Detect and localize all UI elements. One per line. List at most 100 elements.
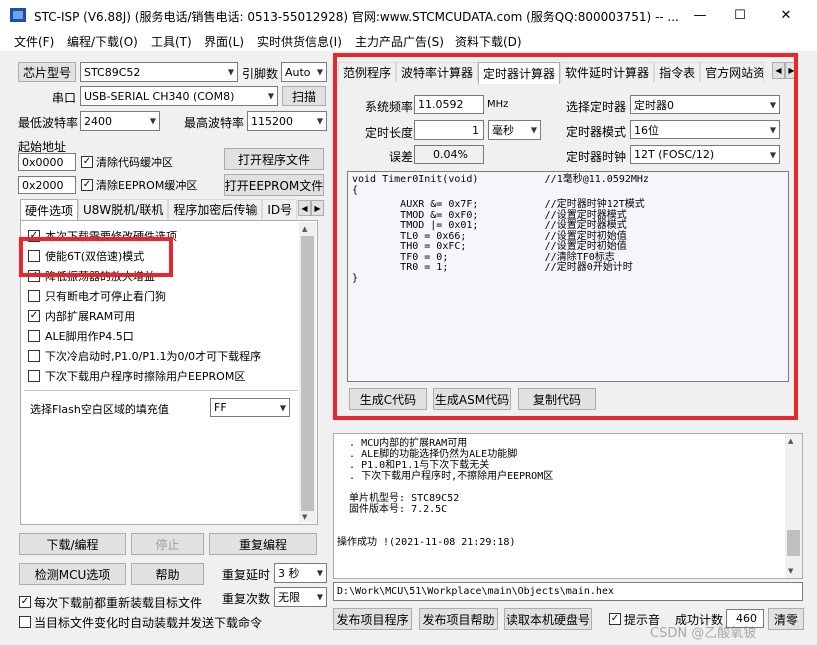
log-line: . MCU内部的扩展RAM可用 [337, 438, 468, 449]
repeat-delay-label: 重复延时 [222, 568, 271, 582]
scan-button[interactable]: 扫描 [282, 86, 326, 106]
option-checkbox[interactable] [28, 330, 40, 342]
repeat-delay-select[interactable]: 3 秒 ▼ [274, 563, 327, 583]
option-checkbox[interactable]: ✓ [28, 310, 40, 322]
highlight-6t-box [19, 237, 173, 277]
option-row[interactable]: 下次下载用户程序时擦除用户EEPROM区 [28, 366, 298, 386]
option-row[interactable]: ✓ 内部扩展RAM可用 [28, 306, 298, 326]
clear-code-checkbox[interactable]: ✓ [81, 156, 93, 168]
open-program-button[interactable]: 打开程序文件 [224, 148, 324, 170]
min-baud-select[interactable]: 2400 ▼ [80, 111, 160, 131]
flash-fill-value: FF [214, 401, 227, 414]
repeat-count-label: 重复次数 [222, 592, 271, 606]
port-select[interactable]: USB-SERIAL CH340 (COM8) ▼ [80, 86, 278, 106]
log-line: 单片机型号: STC89C52 [337, 493, 460, 504]
clear-count-button[interactable]: 清零 [768, 608, 804, 630]
option-checkbox[interactable] [28, 290, 40, 302]
max-baud-select[interactable]: 115200 ▼ [247, 111, 327, 131]
clear-eeprom-label: 清除EEPROM缓冲区 [96, 179, 198, 192]
tab-u8w[interactable]: U8W脱机/联机 [78, 199, 169, 219]
code-address-input[interactable]: 0x0000 [18, 153, 76, 171]
log-line: 固件版本号: 7.2.5C [337, 504, 448, 515]
read-disk-button[interactable]: 读取本机硬盘号 [504, 608, 592, 630]
scroll-up-icon[interactable]: ▲ [302, 225, 307, 233]
log-line: . 下次下载用户程序时,不擦除用户EEPROM区 [337, 471, 554, 482]
option-label: 下次冷启动时,P1.0/P1.1为0/0才可下载程序 [45, 350, 262, 363]
log-line: . P1.0和P1.1与下次下载无关 [337, 460, 490, 471]
min-baud-value: 2400 [84, 114, 112, 128]
option-checkbox[interactable] [28, 370, 40, 382]
scroll-up-icon[interactable]: ▲ [788, 437, 793, 445]
chevron-down-icon: ▼ [316, 116, 323, 126]
chip-model-select[interactable]: STC89C52 ▼ [80, 62, 238, 82]
check-mcu-button[interactable]: 检测MCU选项 [19, 563, 126, 585]
auto-send-label: 当目标文件变化时自动装载并发送下载命令 [34, 616, 263, 630]
maximize-icon[interactable]: ☐ [717, 0, 763, 30]
reprogram-button[interactable]: 重复编程 [209, 533, 317, 555]
chevron-down-icon: ▼ [149, 116, 156, 126]
open-eeprom-button[interactable]: 打开EEPROM文件 [224, 174, 324, 196]
option-checkbox[interactable] [28, 350, 40, 362]
chevron-down-icon: ▼ [316, 67, 323, 77]
stop-button[interactable]: 停止 [131, 533, 204, 555]
menu-file[interactable]: 文件(F) [14, 33, 54, 50]
close-icon[interactable]: ✕ [763, 0, 809, 30]
tab-id[interactable]: ID号 [262, 199, 298, 219]
divider [24, 390, 298, 391]
reload-label: 每次下载前都重新装载目标文件 [34, 596, 203, 610]
menu-tools[interactable]: 工具(T) [151, 33, 192, 50]
port-value: USB-SERIAL CH340 (COM8) [84, 89, 235, 103]
option-row[interactable]: ALE脚用作P4.5口 [28, 326, 298, 346]
tab-encrypt[interactable]: 程序加密后传输 [168, 199, 263, 219]
option-row[interactable]: 下次冷启动时,P1.0/P1.1为0/0才可下载程序 [28, 346, 298, 366]
log-scrollbar[interactable] [785, 434, 802, 578]
min-baud-label: 最低波特率 [18, 116, 79, 130]
scroll-down-icon[interactable]: ▼ [788, 567, 793, 575]
publish-program-button[interactable]: 发布项目程序 [333, 608, 412, 630]
menu-downloads[interactable]: 资料下载(D) [455, 33, 522, 50]
log-scrollbar-thumb[interactable] [787, 530, 800, 556]
chevron-down-icon: ▼ [227, 67, 234, 77]
option-label: 只有断电才可停止看门狗 [45, 290, 166, 303]
chevron-down-icon: ▼ [279, 403, 286, 412]
repeat-count-select[interactable]: 无限 ▼ [274, 587, 327, 607]
max-baud-value: 115200 [251, 114, 293, 128]
tab-scroll-left-icon[interactable]: ◀ [298, 200, 311, 216]
menu-program[interactable]: 编程/下载(O) [67, 33, 138, 50]
tab-hardware-options[interactable]: 硬件选项 [20, 199, 79, 221]
option-label: 内部扩展RAM可用 [45, 310, 136, 323]
log-output[interactable]: . MCU内部的扩展RAM可用 . ALE脚的功能选择仍然为ALE功能脚 . P… [333, 433, 803, 579]
flash-fill-select[interactable]: FF ▼ [210, 398, 290, 417]
window-title: STC-ISP (V6.88J) (服务电话/销售电话: 0513-550129… [34, 10, 679, 24]
pin-count-value: Auto [285, 65, 311, 79]
clear-eeprom-checkbox[interactable]: ✓ [81, 179, 93, 191]
pin-count-select[interactable]: Auto ▼ [281, 62, 327, 82]
option-label: 下次下载用户程序时擦除用户EEPROM区 [45, 370, 246, 383]
reload-checkbox[interactable]: ✓ [19, 596, 31, 608]
download-button[interactable]: 下载/编程 [19, 533, 126, 555]
repeat-count-value: 无限 [278, 591, 300, 604]
eeprom-address-input[interactable]: 0x2000 [18, 176, 76, 194]
app-icon [10, 8, 26, 22]
file-path-field[interactable]: D:\Work\MCU\51\Workplace\main\Objects\ma… [333, 582, 803, 601]
menu-interface[interactable]: 界面(L) [204, 33, 244, 50]
tab-scroll-right-icon[interactable]: ▶ [311, 200, 324, 216]
watermark-text: CSDN @乙酸氧铍 [650, 626, 757, 641]
repeat-delay-value: 3 秒 [278, 567, 300, 580]
pin-count-label: 引脚数 [242, 67, 279, 81]
left-tab-bar: 硬件选项 U8W脱机/联机 程序加密后传输 ID号 [20, 199, 298, 221]
chevron-down-icon: ▼ [316, 568, 323, 578]
menu-supply[interactable]: 实时供货信息(I) [257, 33, 342, 50]
help-button[interactable]: 帮助 [131, 563, 204, 585]
menu-ads[interactable]: 主力产品广告(S) [355, 33, 444, 50]
publish-help-button[interactable]: 发布项目帮助 [419, 608, 498, 630]
option-row[interactable]: 只有断电才可停止看门狗 [28, 286, 298, 306]
scroll-down-icon[interactable]: ▼ [302, 513, 307, 521]
chip-model-button[interactable]: 芯片型号 [18, 62, 76, 82]
auto-send-checkbox[interactable] [19, 616, 31, 628]
options-scrollbar-thumb[interactable] [301, 236, 314, 511]
prompt-sound-checkbox[interactable]: ✓ [609, 613, 621, 625]
